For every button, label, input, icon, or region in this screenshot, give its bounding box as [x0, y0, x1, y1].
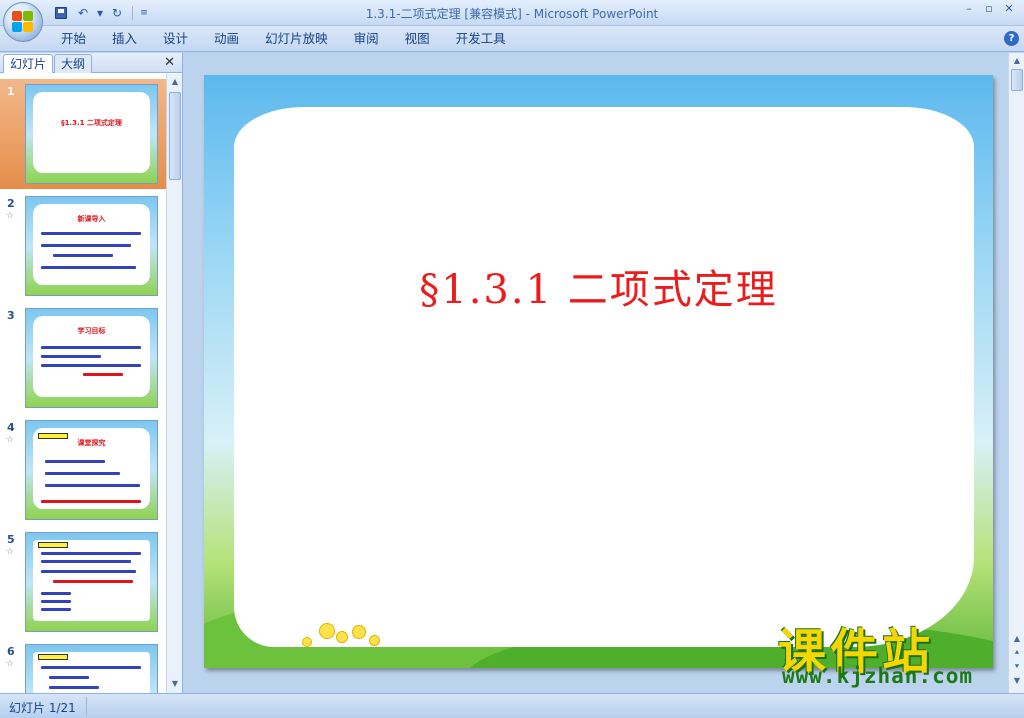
scroll-up-icon[interactable]: ▲	[169, 76, 181, 88]
tab-animations[interactable]: 动画	[201, 26, 252, 52]
thumbnail-title: §1.3.1 二项式定理	[61, 119, 122, 127]
slide-preview: 学习目标	[25, 308, 158, 408]
tab-developer[interactable]: 开发工具	[443, 26, 519, 52]
flower-decoration	[319, 623, 335, 639]
flower-decoration	[352, 625, 366, 639]
tab-outline[interactable]: 大纲	[54, 54, 93, 73]
close-button[interactable]: ✕	[1002, 2, 1016, 16]
slide-preview: §1.3.1 二项式定理	[25, 84, 158, 184]
slide-number: 3	[7, 309, 15, 322]
flower-decoration	[302, 637, 312, 647]
slide-thumbnail-5[interactable]: 5 ☆	[0, 527, 166, 637]
document-title: 1.3.1-二项式定理 [兼容模式]	[365, 7, 522, 21]
animation-star-icon: ☆	[6, 211, 15, 221]
previous-slide-icon[interactable]: ⯅	[1011, 647, 1023, 659]
tab-view[interactable]: 视图	[392, 26, 443, 52]
slide-thumbnail-4[interactable]: 4 ☆ 课堂探究	[0, 415, 166, 525]
scrollbar-thumb[interactable]	[169, 92, 181, 180]
slide-preview: 课堂探究	[25, 420, 158, 520]
title-separator: -	[521, 7, 534, 21]
status-bar: 幻灯片 1/21	[0, 693, 1024, 718]
slide-number: 5	[7, 533, 15, 546]
flower-decoration	[336, 631, 348, 643]
slide-thumbnail-3[interactable]: 3 学习目标	[0, 303, 166, 413]
slide-title[interactable]: §1.3.1 二项式定理	[204, 257, 993, 315]
thumbnail-scrollbar[interactable]: ▲ ▼	[166, 74, 182, 693]
flower-decoration	[369, 635, 380, 646]
close-icon: ✕	[1004, 2, 1014, 15]
slide-preview: 新课导入	[25, 196, 158, 296]
slide-number: 2	[7, 197, 15, 210]
slide-preview	[25, 644, 158, 693]
window-title: 1.3.1-二项式定理 [兼容模式] - Microsoft PowerPoin…	[0, 5, 1024, 22]
office-button[interactable]	[3, 2, 43, 42]
thumbnail-title: 学习目标	[77, 327, 106, 335]
watermark-url: www.kjzhan.com	[782, 664, 974, 688]
slide-thumbnail-1[interactable]: 1 §1.3.1 二项式定理	[0, 79, 166, 189]
pane-tab-bar: 幻灯片 大纲 ✕	[0, 53, 182, 73]
tab-slides[interactable]: 幻灯片	[3, 54, 54, 73]
restore-icon: ▫	[985, 2, 993, 15]
slide-count-status: 幻灯片 1/21	[9, 701, 76, 715]
slide-number: 4	[7, 421, 15, 434]
ribbon-tab-bar: 开始 插入 设计 动画 幻灯片放映 审阅 视图 开发工具 ?	[0, 26, 1024, 52]
slide-editor: §1.3.1 二项式定理	[184, 53, 1008, 693]
scrollbar-thumb[interactable]	[1011, 69, 1023, 91]
tab-review[interactable]: 审阅	[341, 26, 392, 52]
tab-home[interactable]: 开始	[48, 26, 99, 52]
help-icon[interactable]: ?	[1004, 31, 1019, 46]
minimize-button[interactable]: –	[962, 2, 976, 16]
slide-paper-background	[234, 107, 974, 647]
restore-button[interactable]: ▫	[982, 2, 996, 16]
title-bar: ↶ ▾ ↻ ≡ 1.3.1-二项式定理 [兼容模式] - Microsoft P…	[0, 0, 1024, 26]
tab-insert[interactable]: 插入	[99, 26, 150, 52]
office-logo-icon	[12, 11, 34, 33]
animation-star-icon: ☆	[6, 435, 15, 445]
animation-star-icon: ☆	[6, 659, 15, 669]
scroll-up-icon[interactable]: ▲	[1011, 633, 1023, 645]
minimize-icon: –	[966, 2, 972, 15]
slide-scrollbar[interactable]: ▲ ▲ ⯅ ⯆ ▼	[1008, 53, 1024, 693]
status-divider	[86, 697, 87, 715]
scroll-down-icon[interactable]: ▼	[169, 678, 181, 690]
slide-thumbnail-2[interactable]: 2 ☆ 新课导入	[0, 191, 166, 301]
close-pane-icon[interactable]: ✕	[164, 55, 175, 70]
slide-number: 1	[7, 85, 15, 98]
ribbon-tabs: 开始 插入 设计 动画 幻灯片放映 审阅 视图 开发工具	[48, 26, 519, 52]
animation-star-icon: ☆	[6, 547, 15, 557]
tab-design[interactable]: 设计	[150, 26, 201, 52]
next-slide-icon[interactable]: ⯆	[1011, 661, 1023, 673]
scroll-down-icon[interactable]: ▼	[1011, 675, 1023, 687]
slide-preview	[25, 532, 158, 632]
slide-canvas[interactable]: §1.3.1 二项式定理	[204, 75, 993, 668]
tab-slideshow[interactable]: 幻灯片放映	[252, 26, 341, 52]
slide-number: 6	[7, 645, 15, 658]
window-controls: – ▫ ✕	[962, 2, 1016, 16]
thumbnail-title: 课堂探究	[77, 439, 106, 447]
app-name: Microsoft PowerPoint	[533, 7, 659, 21]
scroll-up-icon[interactable]: ▲	[1011, 55, 1023, 67]
slide-thumbnail-6[interactable]: 6 ☆	[0, 639, 166, 693]
slides-pane: 幻灯片 大纲 ✕ 1 §1.3.1 二项式定理 2 ☆ 新课导入 3 学习目标 …	[0, 53, 183, 693]
thumbnail-list: 1 §1.3.1 二项式定理 2 ☆ 新课导入 3 学习目标 4 ☆ 课堂探究 …	[0, 74, 166, 693]
thumbnail-title: 新课导入	[77, 215, 106, 223]
